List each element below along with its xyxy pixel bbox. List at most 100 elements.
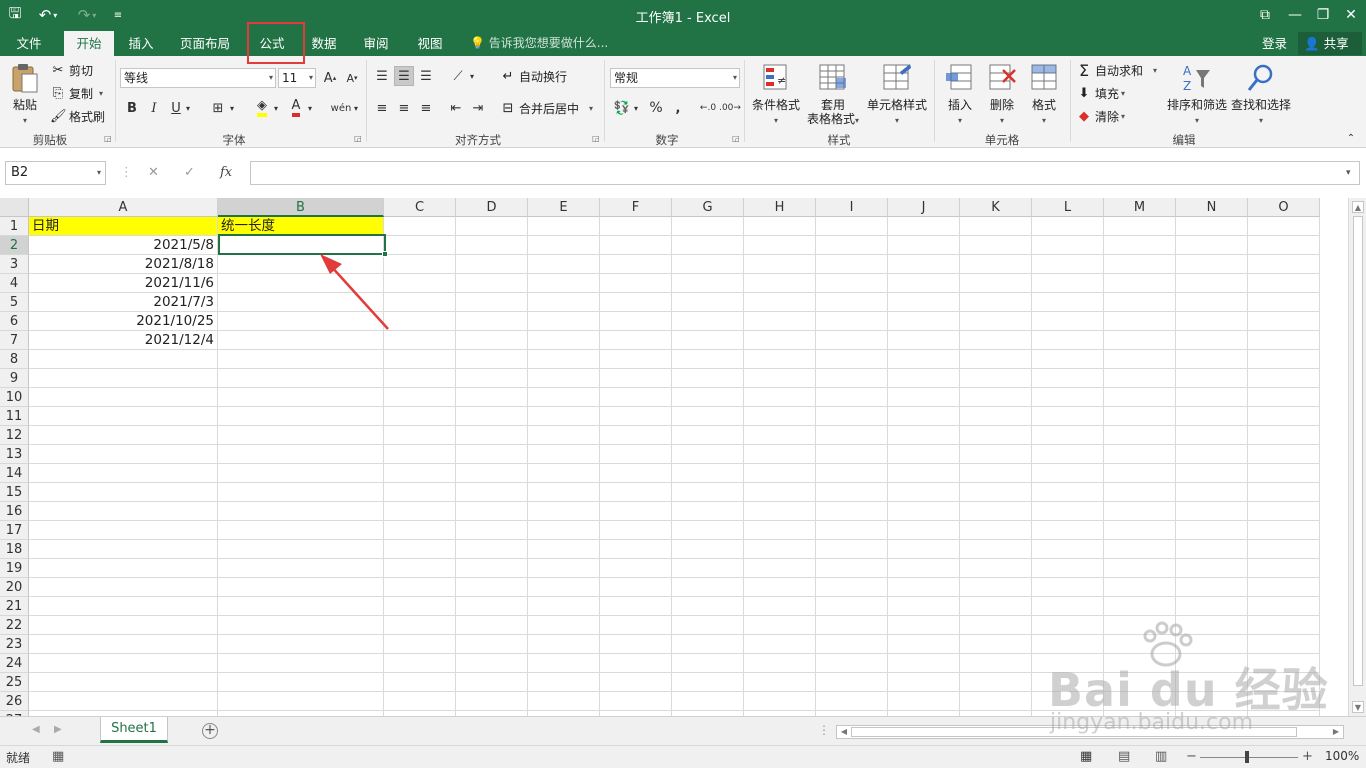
cell-c22[interactable] [384, 616, 456, 635]
cell-j25[interactable] [888, 673, 960, 692]
cell-d9[interactable] [456, 369, 528, 388]
cell-a14[interactable] [29, 464, 218, 483]
row-header-6[interactable]: 6 [0, 312, 29, 331]
cell-m8[interactable] [1104, 350, 1176, 369]
scroll-right-icon[interactable]: ▶ [1330, 726, 1342, 738]
align-bottom-icon[interactable]: ☰ [416, 66, 436, 86]
cell-g22[interactable] [672, 616, 744, 635]
cell-i10[interactable] [816, 388, 888, 407]
column-header-n[interactable]: N [1176, 198, 1248, 217]
cell-l3[interactable] [1032, 255, 1104, 274]
number-launcher-icon[interactable]: ◲ [732, 134, 742, 144]
zoom-level[interactable]: 100% [1325, 749, 1359, 763]
column-header-g[interactable]: G [672, 198, 744, 217]
zoom-slider-thumb[interactable] [1245, 751, 1249, 763]
cell-f18[interactable] [600, 540, 672, 559]
cell-e6[interactable] [528, 312, 600, 331]
cell-b1[interactable]: 统一长度 [218, 217, 384, 236]
cell-e1[interactable] [528, 217, 600, 236]
cell-e16[interactable] [528, 502, 600, 521]
cell-f21[interactable] [600, 597, 672, 616]
cell-b18[interactable] [218, 540, 384, 559]
vertical-scroll-thumb[interactable] [1353, 216, 1363, 686]
customize-qat-icon[interactable]: ≡ [110, 4, 126, 26]
cell-a23[interactable] [29, 635, 218, 654]
cell-j21[interactable] [888, 597, 960, 616]
cell-h17[interactable] [744, 521, 816, 540]
cell-d7[interactable] [456, 331, 528, 350]
tab-insert[interactable]: 插入 [118, 31, 164, 56]
cell-i8[interactable] [816, 350, 888, 369]
cell-a11[interactable] [29, 407, 218, 426]
cell-l10[interactable] [1032, 388, 1104, 407]
cell-j2[interactable] [888, 236, 960, 255]
cell-m16[interactable] [1104, 502, 1176, 521]
decrease-indent-icon[interactable]: ⇤ [446, 98, 466, 118]
cell-j23[interactable] [888, 635, 960, 654]
cell-a17[interactable] [29, 521, 218, 540]
zoom-slider[interactable] [1200, 757, 1298, 758]
cell-k5[interactable] [960, 293, 1032, 312]
cell-b9[interactable] [218, 369, 384, 388]
cell-e13[interactable] [528, 445, 600, 464]
cell-k11[interactable] [960, 407, 1032, 426]
cell-f5[interactable] [600, 293, 672, 312]
cell-i22[interactable] [816, 616, 888, 635]
cell-k16[interactable] [960, 502, 1032, 521]
cell-f12[interactable] [600, 426, 672, 445]
cell-e2[interactable] [528, 236, 600, 255]
format-painter-button[interactable]: 🖌 格式刷 [50, 106, 105, 126]
cell-n4[interactable] [1176, 274, 1248, 293]
row-header-4[interactable]: 4 [0, 274, 29, 293]
cell-e20[interactable] [528, 578, 600, 597]
cell-e7[interactable] [528, 331, 600, 350]
cell-k1[interactable] [960, 217, 1032, 236]
cell-e18[interactable] [528, 540, 600, 559]
cell-f20[interactable] [600, 578, 672, 597]
cell-o3[interactable] [1248, 255, 1320, 274]
cell-m7[interactable] [1104, 331, 1176, 350]
cell-o8[interactable] [1248, 350, 1320, 369]
cell-m23[interactable] [1104, 635, 1176, 654]
cell-k19[interactable] [960, 559, 1032, 578]
row-header-16[interactable]: 16 [0, 502, 29, 521]
cell-l25[interactable] [1032, 673, 1104, 692]
cell-h15[interactable] [744, 483, 816, 502]
cell-a20[interactable] [29, 578, 218, 597]
cell-o1[interactable] [1248, 217, 1320, 236]
cell-o5[interactable] [1248, 293, 1320, 312]
cell-i3[interactable] [816, 255, 888, 274]
cell-g23[interactable] [672, 635, 744, 654]
cell-j17[interactable] [888, 521, 960, 540]
zoom-in-icon[interactable]: + [1302, 749, 1313, 764]
cell-a8[interactable] [29, 350, 218, 369]
cell-m14[interactable] [1104, 464, 1176, 483]
share-button[interactable]: 👤 共享 [1298, 32, 1362, 55]
cell-c13[interactable] [384, 445, 456, 464]
cell-e14[interactable] [528, 464, 600, 483]
cell-d5[interactable] [456, 293, 528, 312]
cell-l4[interactable] [1032, 274, 1104, 293]
cell-b15[interactable] [218, 483, 384, 502]
tab-data[interactable]: 数据 [302, 31, 346, 56]
tab-home[interactable]: 开始 [64, 31, 114, 56]
cancel-entry-icon[interactable]: ✕ [148, 161, 159, 185]
cell-j26[interactable] [888, 692, 960, 711]
cell-k9[interactable] [960, 369, 1032, 388]
cell-j11[interactable] [888, 407, 960, 426]
row-header-13[interactable]: 13 [0, 445, 29, 464]
cell-c26[interactable] [384, 692, 456, 711]
column-header-a[interactable]: A [29, 198, 218, 217]
cell-o16[interactable] [1248, 502, 1320, 521]
font-size-combo[interactable]: 11 ▾ [278, 68, 316, 88]
cell-h18[interactable] [744, 540, 816, 559]
cell-n13[interactable] [1176, 445, 1248, 464]
cell-d8[interactable] [456, 350, 528, 369]
decrease-decimal-icon[interactable]: .00→ [719, 98, 741, 118]
cell-l6[interactable] [1032, 312, 1104, 331]
phonetic-icon[interactable]: wén [330, 98, 352, 118]
font-color-icon[interactable]: A [286, 98, 306, 118]
cell-d3[interactable] [456, 255, 528, 274]
cell-o17[interactable] [1248, 521, 1320, 540]
row-header-12[interactable]: 12 [0, 426, 29, 445]
